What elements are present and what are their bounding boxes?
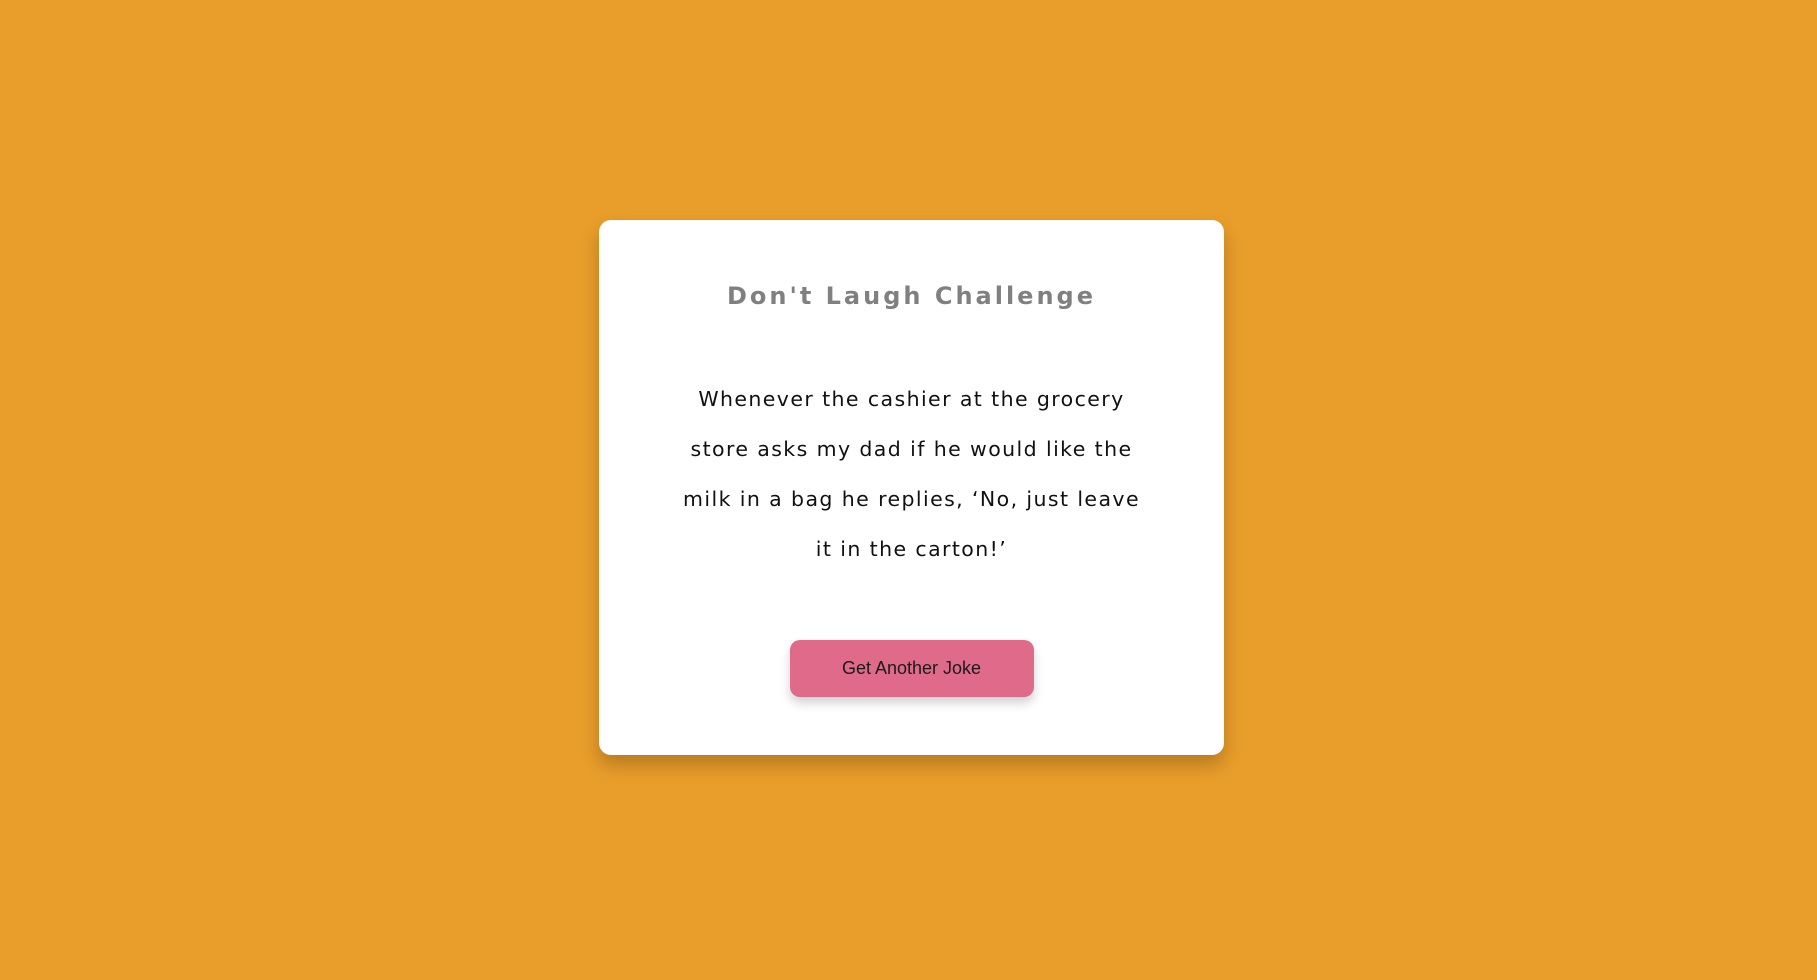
joke-text: Whenever the cashier at the grocery stor… — [683, 387, 1140, 561]
page-title: Don't Laugh Challenge — [726, 282, 1097, 310]
get-another-joke-button[interactable]: Get Another Joke — [789, 640, 1034, 697]
joke-card: Don't Laugh Challenge Whenever the cashi… — [599, 220, 1224, 755]
